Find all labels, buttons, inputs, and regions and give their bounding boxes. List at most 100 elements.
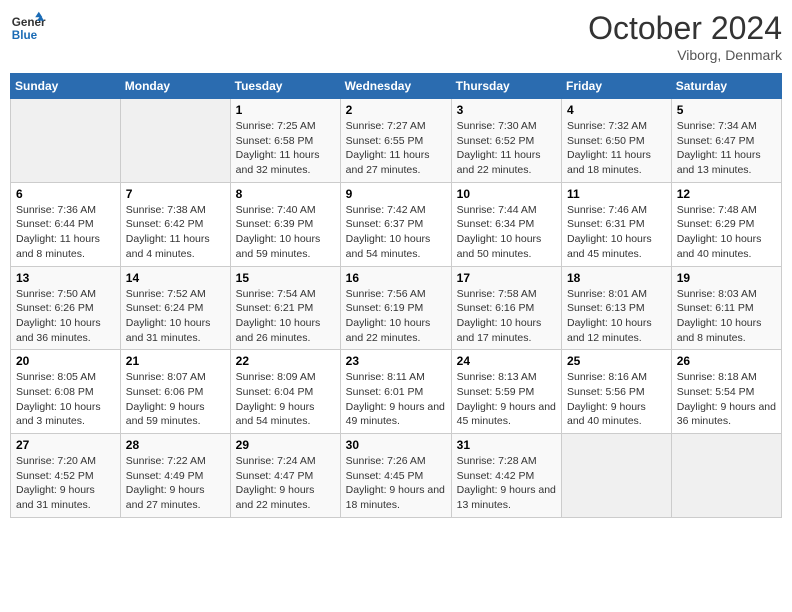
day-cell: 22 Sunrise: 8:09 AMSunset: 6:04 PMDayligh… [230,350,340,434]
day-info: Sunrise: 7:22 AMSunset: 4:49 PMDaylight:… [126,454,225,513]
column-header-sunday: Sunday [11,74,121,99]
column-header-friday: Friday [562,74,672,99]
day-number: 20 [16,354,115,368]
day-number: 15 [236,271,335,285]
day-info: Sunrise: 8:13 AMSunset: 5:59 PMDaylight:… [457,370,556,429]
day-info: Sunrise: 7:32 AMSunset: 6:50 PMDaylight:… [567,119,666,178]
day-info: Sunrise: 7:20 AMSunset: 4:52 PMDaylight:… [16,454,115,513]
day-cell: 4 Sunrise: 7:32 AMSunset: 6:50 PMDaylight… [562,99,672,183]
day-number: 3 [457,103,556,117]
day-cell: 16Sunrise: 7:56 AMSunset: 6:19 PMDayligh… [340,266,451,350]
day-number: 10 [457,187,556,201]
day-info: Sunrise: 7:42 AMSunset: 6:37 PMDaylight:… [346,203,446,262]
header-row: SundayMondayTuesdayWednesdayThursdayFrid… [11,74,782,99]
day-number: 28 [126,438,225,452]
day-info: Sunrise: 7:46 AMSunset: 6:31 PMDaylight:… [567,203,666,262]
day-number: 19 [677,271,776,285]
day-info: Sunrise: 8:11 AMSunset: 6:01 PMDaylight:… [346,370,446,429]
logo: General Blue [10,10,46,46]
day-cell: 9 Sunrise: 7:42 AMSunset: 6:37 PMDaylight… [340,182,451,266]
day-cell: 18 Sunrise: 8:01 AMSunset: 6:13 PMDayligh… [562,266,672,350]
day-info: Sunrise: 8:16 AMSunset: 5:56 PMDaylight:… [567,370,666,429]
day-number: 2 [346,103,446,117]
day-info: Sunrise: 7:27 AMSunset: 6:55 PMDaylight:… [346,119,446,178]
day-info: Sunrise: 7:58 AMSunset: 6:16 PMDaylight:… [457,287,556,346]
column-header-saturday: Saturday [671,74,781,99]
day-info: Sunrise: 7:26 AMSunset: 4:45 PMDaylight:… [346,454,446,513]
week-row-5: 27 Sunrise: 7:20 AMSunset: 4:52 PMDayligh… [11,434,782,518]
day-cell: 11 Sunrise: 7:46 AMSunset: 6:31 PMDayligh… [562,182,672,266]
page-header: General Blue October 2024 Viborg, Denmar… [10,10,782,63]
day-cell: 5Sunrise: 7:34 AMSunset: 6:47 PMDaylight… [671,99,781,183]
day-cell [671,434,781,518]
day-cell: 17Sunrise: 7:58 AMSunset: 6:16 PMDayligh… [451,266,561,350]
day-number: 27 [16,438,115,452]
day-number: 9 [346,187,446,201]
day-number: 23 [346,354,446,368]
day-number: 1 [236,103,335,117]
day-info: Sunrise: 8:05 AMSunset: 6:08 PMDaylight:… [16,370,115,429]
calendar-table: SundayMondayTuesdayWednesdayThursdayFrid… [10,73,782,518]
day-number: 11 [567,187,666,201]
day-number: 4 [567,103,666,117]
day-cell: 14 Sunrise: 7:52 AMSunset: 6:24 PMDayligh… [120,266,230,350]
day-number: 22 [236,354,335,368]
logo-icon: General Blue [10,10,46,46]
day-number: 8 [236,187,335,201]
column-header-monday: Monday [120,74,230,99]
day-cell: 21Sunrise: 8:07 AMSunset: 6:06 PMDayligh… [120,350,230,434]
day-number: 26 [677,354,776,368]
day-number: 12 [677,187,776,201]
day-info: Sunrise: 7:30 AMSunset: 6:52 PMDaylight:… [457,119,556,178]
day-cell: 28 Sunrise: 7:22 AMSunset: 4:49 PMDayligh… [120,434,230,518]
day-number: 14 [126,271,225,285]
day-cell: 12 Sunrise: 7:48 AMSunset: 6:29 PMDayligh… [671,182,781,266]
day-cell: 27 Sunrise: 7:20 AMSunset: 4:52 PMDayligh… [11,434,121,518]
day-cell: 8 Sunrise: 7:40 AMSunset: 6:39 PMDaylight… [230,182,340,266]
day-info: Sunrise: 7:25 AMSunset: 6:58 PMDaylight:… [236,119,335,178]
day-info: Sunrise: 8:01 AMSunset: 6:13 PMDaylight:… [567,287,666,346]
day-info: Sunrise: 7:40 AMSunset: 6:39 PMDaylight:… [236,203,335,262]
day-cell: 15 Sunrise: 7:54 AMSunset: 6:21 PMDayligh… [230,266,340,350]
day-info: Sunrise: 7:50 AMSunset: 6:26 PMDaylight:… [16,287,115,346]
day-cell: 25 Sunrise: 8:16 AMSunset: 5:56 PMDayligh… [562,350,672,434]
day-info: Sunrise: 7:48 AMSunset: 6:29 PMDaylight:… [677,203,776,262]
day-info: Sunrise: 7:28 AMSunset: 4:42 PMDaylight:… [457,454,556,513]
day-number: 29 [236,438,335,452]
day-number: 30 [346,438,446,452]
day-cell: 13 Sunrise: 7:50 AMSunset: 6:26 PMDayligh… [11,266,121,350]
day-number: 16 [346,271,446,285]
day-info: Sunrise: 8:09 AMSunset: 6:04 PMDaylight:… [236,370,335,429]
month-title: October 2024 [588,10,782,47]
day-cell: 2 Sunrise: 7:27 AMSunset: 6:55 PMDaylight… [340,99,451,183]
week-row-1: 1 Sunrise: 7:25 AMSunset: 6:58 PMDaylight… [11,99,782,183]
day-number: 18 [567,271,666,285]
location: Viborg, Denmark [588,47,782,63]
day-number: 6 [16,187,115,201]
day-info: Sunrise: 7:54 AMSunset: 6:21 PMDaylight:… [236,287,335,346]
day-info: Sunrise: 7:24 AMSunset: 4:47 PMDaylight:… [236,454,335,513]
svg-text:Blue: Blue [12,29,38,42]
day-info: Sunrise: 8:18 AMSunset: 5:54 PMDaylight:… [677,370,776,429]
day-cell: 20 Sunrise: 8:05 AMSunset: 6:08 PMDayligh… [11,350,121,434]
day-number: 7 [126,187,225,201]
title-block: October 2024 Viborg, Denmark [588,10,782,63]
day-number: 13 [16,271,115,285]
week-row-4: 20 Sunrise: 8:05 AMSunset: 6:08 PMDayligh… [11,350,782,434]
day-info: Sunrise: 7:34 AMSunset: 6:47 PMDaylight:… [677,119,776,178]
day-info: Sunrise: 8:03 AMSunset: 6:11 PMDaylight:… [677,287,776,346]
day-cell: 30 Sunrise: 7:26 AMSunset: 4:45 PMDayligh… [340,434,451,518]
day-cell: 7Sunrise: 7:38 AMSunset: 6:42 PMDaylight… [120,182,230,266]
day-number: 25 [567,354,666,368]
day-number: 24 [457,354,556,368]
day-number: 31 [457,438,556,452]
column-header-thursday: Thursday [451,74,561,99]
day-number: 21 [126,354,225,368]
day-info: Sunrise: 7:44 AMSunset: 6:34 PMDaylight:… [457,203,556,262]
column-header-tuesday: Tuesday [230,74,340,99]
day-cell: 31 Sunrise: 7:28 AMSunset: 4:42 PMDayligh… [451,434,561,518]
day-cell: 6Sunrise: 7:36 AMSunset: 6:44 PMDaylight… [11,182,121,266]
column-header-wednesday: Wednesday [340,74,451,99]
day-cell: 10 Sunrise: 7:44 AMSunset: 6:34 PMDayligh… [451,182,561,266]
day-info: Sunrise: 7:52 AMSunset: 6:24 PMDaylight:… [126,287,225,346]
